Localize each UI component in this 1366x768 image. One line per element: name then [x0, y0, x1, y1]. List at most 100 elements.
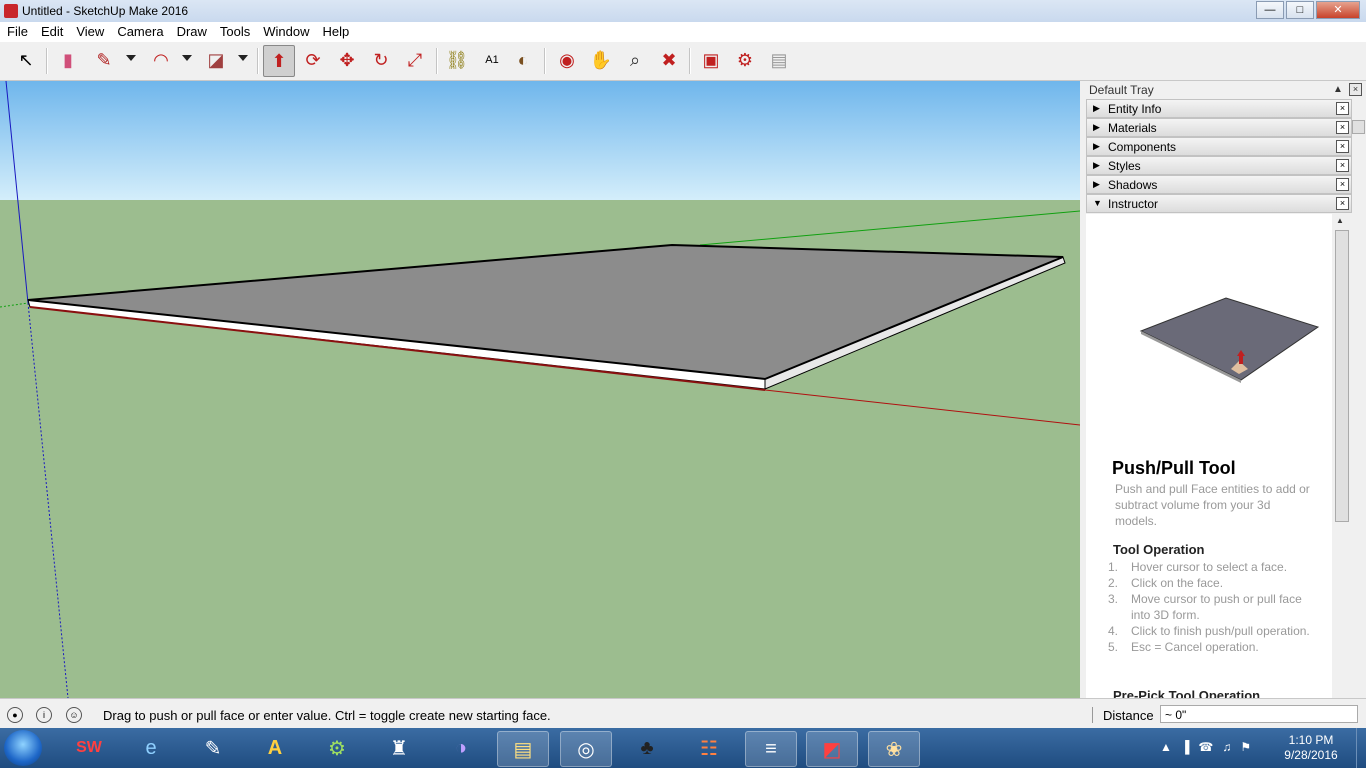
- panel-close-icon[interactable]: ×: [1336, 102, 1349, 115]
- taskbar-apps[interactable]: ☷: [684, 731, 734, 765]
- info-icon[interactable]: i: [36, 707, 52, 723]
- tape-measure-icon[interactable]: ⛓: [443, 46, 471, 74]
- panel-label: Instructor: [1108, 197, 1159, 211]
- list-item: 1. Hover cursor to select a face.: [1108, 560, 1288, 574]
- tray-close-icon[interactable]: ×: [1349, 83, 1362, 96]
- status-message: Drag to push or pull face or enter value…: [103, 708, 551, 723]
- action-center-icon[interactable]: ⚑: [1240, 740, 1251, 754]
- panel-close-icon[interactable]: ×: [1336, 197, 1349, 210]
- scroll-up-icon[interactable]: ▲: [1336, 216, 1344, 225]
- share-model-icon[interactable]: ▤: [765, 46, 793, 74]
- panel-components[interactable]: ▶ Components ×: [1086, 137, 1352, 156]
- menu-edit[interactable]: Edit: [34, 22, 69, 42]
- zoom-tool-icon[interactable]: ⌕: [621, 46, 649, 74]
- rotate-tool-icon[interactable]: ↻: [367, 46, 395, 74]
- menu-tools[interactable]: Tools: [213, 22, 256, 42]
- scale-tool-icon[interactable]: ⤢: [401, 46, 429, 74]
- taskbar-game[interactable]: ♜: [374, 731, 424, 765]
- menu-window[interactable]: Window: [256, 22, 315, 42]
- menu-draw[interactable]: Draw: [170, 22, 213, 42]
- close-button[interactable]: ✕: [1316, 1, 1360, 19]
- taskbar-eclipse[interactable]: ◑: [436, 731, 486, 765]
- menu-file[interactable]: File: [0, 22, 34, 42]
- paint-bucket-icon[interactable]: ◐: [509, 46, 537, 74]
- system-tray: ▲ ▐ ☎ ♫ ⚑: [1160, 740, 1251, 754]
- panel-close-icon[interactable]: ×: [1336, 159, 1349, 172]
- panel-close-icon[interactable]: ×: [1336, 121, 1349, 134]
- eraser-tool-icon[interactable]: ▮: [54, 46, 82, 74]
- taskbar-inkscape[interactable]: ♣: [622, 731, 672, 765]
- move-tool-icon[interactable]: ✥: [333, 46, 361, 74]
- extension-warehouse-icon[interactable]: ⚙: [731, 46, 759, 74]
- pushpull-illustration: [1139, 297, 1320, 383]
- network-signal-icon[interactable]: ▐: [1181, 740, 1190, 754]
- minimize-button[interactable]: —: [1256, 1, 1284, 19]
- panel-materials[interactable]: ▶ Materials ×: [1086, 118, 1352, 137]
- device-icon[interactable]: ☎: [1198, 740, 1213, 754]
- panel-label: Materials: [1108, 121, 1157, 135]
- clock[interactable]: 1:10 PM 9/28/2016: [1278, 733, 1344, 763]
- instructor-title: Push/Pull Tool: [1112, 458, 1236, 478]
- geo-location-icon[interactable]: ●: [7, 707, 23, 723]
- instructor-scrollbar[interactable]: ▲: [1333, 214, 1350, 698]
- window-title: Untitled - SketchUp Make 2016: [22, 4, 189, 18]
- menu-help[interactable]: Help: [316, 22, 356, 42]
- taskbar-android[interactable]: ⚙: [312, 731, 362, 765]
- rectangle-tool-icon[interactable]: ◪: [202, 46, 230, 74]
- scrollbar-thumb[interactable]: [1335, 230, 1349, 522]
- taskbar-explorer[interactable]: ▤: [497, 731, 549, 767]
- menu-camera[interactable]: Camera: [110, 22, 169, 42]
- panel-shadows[interactable]: ▶ Shadows ×: [1086, 175, 1352, 194]
- shape-dropdown-icon[interactable]: [238, 55, 248, 61]
- user-icon[interactable]: ☺: [66, 707, 82, 723]
- taskbar-sketchup[interactable]: ◩: [806, 731, 858, 767]
- text-tool-icon[interactable]: A1: [478, 46, 506, 74]
- taskbar-ie[interactable]: e: [126, 731, 176, 765]
- 3d-warehouse-icon[interactable]: ▣: [697, 46, 725, 74]
- start-button[interactable]: [4, 730, 42, 766]
- line-dropdown-icon[interactable]: [126, 55, 136, 61]
- expand-arrow-icon: ▶: [1093, 103, 1100, 113]
- taskbar-notes[interactable]: ≡: [745, 731, 797, 767]
- expand-arrow-icon: ▶: [1093, 141, 1100, 151]
- taskbar-chrome[interactable]: ◎: [560, 731, 612, 767]
- maximize-button[interactable]: □: [1286, 1, 1314, 19]
- taskbar-solidworks[interactable]: SW: [64, 731, 114, 765]
- pencil-tool-icon[interactable]: ✎: [90, 46, 118, 74]
- volume-icon[interactable]: ♫: [1222, 740, 1231, 754]
- measurements-input[interactable]: ~ 0": [1160, 705, 1358, 723]
- pin-icon[interactable]: ▲: [1333, 84, 1343, 95]
- taskbar-autocad[interactable]: A: [250, 731, 300, 765]
- panel-entity-info[interactable]: ▶ Entity Info ×: [1086, 99, 1352, 118]
- toolbar-separator: [46, 48, 48, 74]
- expand-arrow-icon: ▶: [1093, 122, 1100, 132]
- select-tool-icon[interactable]: ↖: [12, 46, 40, 74]
- orbit-tool-icon[interactable]: ◉: [553, 46, 581, 74]
- drawing-viewport[interactable]: [0, 81, 1080, 698]
- tray-scrollbar-thumb[interactable]: [1352, 120, 1365, 134]
- pushpull-tool-icon[interactable]: ⬆: [263, 45, 295, 77]
- scene-canvas[interactable]: [0, 81, 1080, 698]
- collapse-arrow-icon: ▼: [1093, 198, 1102, 208]
- toolbar: ↖ ▮ ✎ ◠ ◪ ⬆ ⟳ ✥ ↻ ⤢ ⛓ A1 ◐ ◉ ✋ ⌕ ✖ ▣ ⚙ ▤: [0, 42, 1366, 81]
- panel-instructor[interactable]: ▼ Instructor ×: [1086, 194, 1352, 213]
- panel-styles[interactable]: ▶ Styles ×: [1086, 156, 1352, 175]
- taskbar-notepad[interactable]: ✎: [188, 731, 238, 765]
- panel-close-icon[interactable]: ×: [1336, 140, 1349, 153]
- panel-close-icon[interactable]: ×: [1336, 178, 1349, 191]
- show-desktop-button[interactable]: [1356, 728, 1366, 768]
- followme-tool-icon[interactable]: ⟳: [299, 46, 327, 74]
- pan-tool-icon[interactable]: ✋: [587, 46, 615, 74]
- zoom-extents-icon[interactable]: ✖: [655, 46, 683, 74]
- clock-date: 9/28/2016: [1284, 748, 1338, 762]
- instructor-description: Push and pull Face entities to add or su…: [1115, 482, 1310, 528]
- menu-bar: File Edit View Camera Draw Tools Window …: [0, 22, 1366, 42]
- menu-view[interactable]: View: [69, 22, 110, 42]
- toolbar-separator: [436, 48, 438, 74]
- arc-dropdown-icon[interactable]: [182, 55, 192, 61]
- show-hidden-icon[interactable]: ▲: [1160, 740, 1172, 754]
- tray-scrollbar[interactable]: [1350, 98, 1366, 698]
- taskbar-paint[interactable]: ❀: [868, 731, 920, 767]
- arc-tool-icon[interactable]: ◠: [147, 46, 175, 74]
- sky: [0, 81, 1080, 200]
